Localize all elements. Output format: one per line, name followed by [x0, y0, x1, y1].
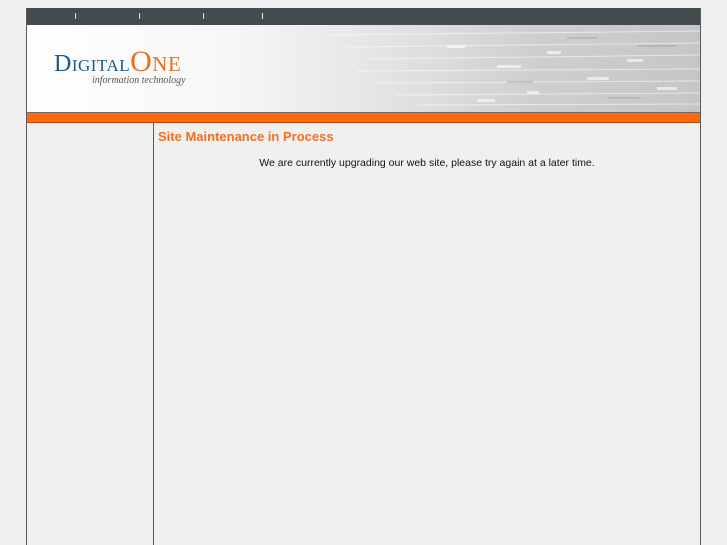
maintenance-message: We are currently upgrading our web site,… — [259, 157, 595, 169]
logo-tagline: information technology — [92, 75, 186, 86]
left-sidebar — [27, 123, 154, 545]
logo-wordmark: DigitalOne — [54, 45, 181, 79]
nav-separator — [75, 13, 76, 19]
company-logo[interactable]: DigitalOne information technology — [54, 45, 224, 95]
logo-word-second: One — [130, 45, 182, 78]
top-nav-bar — [27, 8, 700, 25]
page-title: Site Maintenance in Process — [158, 129, 334, 144]
nav-separator — [203, 13, 204, 19]
nav-separator — [139, 13, 140, 19]
main-content: Site Maintenance in Process We are curre… — [154, 123, 700, 545]
logo-word-first: Digital — [54, 51, 131, 77]
site-header: DigitalOne information technology — [27, 25, 700, 112]
page-container: DigitalOne information technology Site M… — [26, 8, 701, 545]
orange-accent-bar — [27, 113, 700, 123]
nav-separator — [262, 13, 263, 19]
